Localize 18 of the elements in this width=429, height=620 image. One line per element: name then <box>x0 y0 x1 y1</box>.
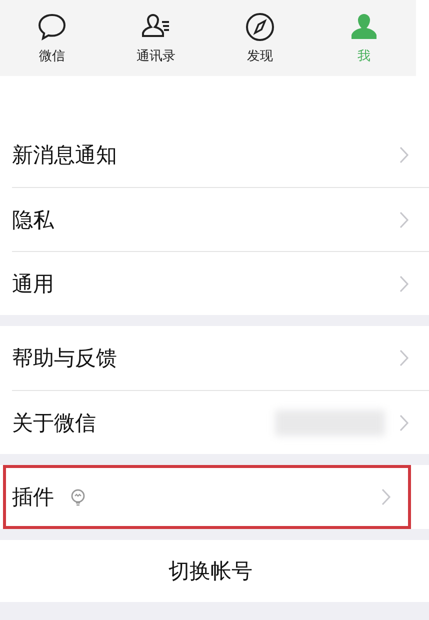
chevron-right-icon <box>399 414 409 432</box>
item-label: 帮助与反馈 <box>12 345 117 372</box>
tab[interactable]: 通讯录 <box>104 0 208 76</box>
compass-icon <box>244 11 276 43</box>
chevron-right-icon <box>399 349 409 367</box>
item-label: 关于微信 <box>12 410 96 436</box>
chat-bubble-icon <box>36 11 68 43</box>
chevron-right-icon <box>381 488 391 506</box>
tab[interactable]: 发现 <box>208 0 312 76</box>
item-label: 隐私 <box>12 206 54 234</box>
tab[interactable]: 微信 <box>0 0 104 76</box>
item-label: 插件 <box>12 484 54 511</box>
chevron-right-icon <box>399 274 409 292</box>
settings-item[interactable]: 插件 <box>3 465 411 529</box>
chevron-right-icon <box>399 210 409 228</box>
item-label: 通用 <box>12 270 54 298</box>
chevron-right-icon <box>399 146 409 164</box>
item-label: 新消息通知 <box>12 142 117 169</box>
